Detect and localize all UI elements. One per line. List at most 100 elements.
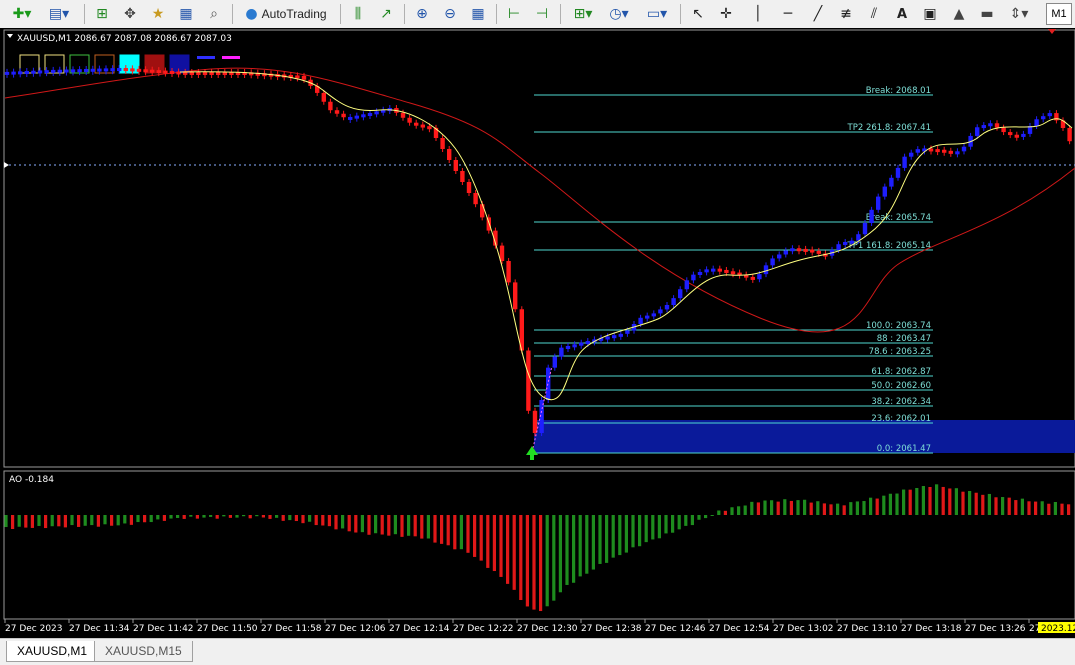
candle-body [334,110,340,114]
ao-bar [281,515,285,521]
ao-bar [690,515,694,526]
ao-bar [624,515,628,553]
price-chart[interactable]: XAUUSD,M1 2086.67 2087.08 2086.67 2087.0… [0,28,1075,638]
ao-bar [90,515,94,526]
profiles-icon[interactable]: ▤▾ [44,3,74,25]
data-window-icon[interactable]: ★ [148,3,168,25]
candle-body [11,71,16,75]
candle-body [123,68,128,72]
ao-bar [770,500,774,515]
horizontal-line-icon[interactable]: ─ [778,3,798,25]
indicators-icon[interactable]: ⊞▾ [568,3,598,25]
strategy-tester-icon[interactable]: ⌕ [204,3,224,25]
ao-bar [882,495,886,515]
autoscroll-icon[interactable]: ⊣ [532,3,552,25]
ao-bar [961,491,965,515]
arrow-up-icon[interactable]: ▲ [948,3,970,25]
market-watch-icon[interactable]: ⊞ [92,3,112,25]
ao-bar [426,515,430,539]
zoom-out-icon[interactable]: ⊖ [440,3,460,25]
tab-xauusd-m1[interactable]: XAUUSD,M1 [6,641,99,662]
candle-body [585,341,590,345]
candle-body [427,126,432,130]
ao-bar [618,515,622,556]
indicator-box [144,54,165,74]
zoom-in-icon[interactable]: ⊕ [412,3,432,25]
ao-bar [895,493,899,515]
ao-bar [413,515,417,537]
text-icon[interactable]: A [892,3,912,25]
ao-bar [737,506,741,515]
ao-bar [525,515,529,607]
cursor-icon[interactable]: ↖ [688,3,708,25]
ao-bar [651,515,655,540]
ao-bar [440,515,444,544]
autotrading-button[interactable]: ● AutoTrading [240,3,332,25]
crosshair-icon[interactable]: ✛ [716,3,736,25]
candle-body [981,125,986,129]
candle-body [70,69,76,73]
chart-shift-icon[interactable]: ⊢ [504,3,524,25]
templates-icon[interactable]: ▭▾ [642,3,672,25]
ao-bar [816,501,820,515]
indicator-box [19,54,40,74]
candle-body [110,68,115,72]
objects-dropdown-icon[interactable]: ⇕▾ [1006,3,1032,25]
tile-windows-icon[interactable]: ▦ [468,3,488,25]
ao-bar [1001,497,1005,515]
candle-body [697,272,703,275]
candle-body [618,333,623,337]
ao-bar [433,515,437,543]
ao-bar [756,502,760,515]
bar-chart-icon[interactable]: ⫼ [348,3,368,25]
candle-body [889,177,894,187]
candle-body [44,70,49,74]
periods-icon[interactable]: ◷▾ [604,3,634,25]
tab-xauusd-m15[interactable]: XAUUSD,M15 [94,641,193,662]
ao-bar [572,515,576,583]
ao-bar [347,515,351,532]
chart-tabs: XAUUSD,M1 XAUUSD,M15 [0,638,1075,665]
channel-icon[interactable]: ⫽ [864,3,884,25]
candle-body [414,122,419,126]
candle-body [902,156,907,168]
chart-menu-arrow-icon[interactable] [7,34,13,38]
ao-bar [301,515,305,524]
navigator-icon[interactable]: ✥ [120,3,140,25]
trendline-icon[interactable]: ╱ [808,3,828,25]
line-chart-icon[interactable]: ↗ [376,3,396,25]
ao-bar [908,489,912,515]
candle-body [711,268,716,272]
level-label: 38.2: 2062.34 [871,397,931,407]
ao-bar [611,515,615,558]
ao-bar [70,515,74,526]
new-order-icon[interactable]: ✚▾ [6,3,38,25]
candle-body [915,149,920,153]
candle-body [790,248,795,252]
ao-bar [809,502,813,515]
ao-bar [235,515,239,518]
candle-body [678,289,683,299]
timeframe-badge[interactable]: M1 [1046,3,1072,25]
chart-canvas[interactable]: XAUUSD,M1 2086.67 2087.08 2086.67 2087.0… [0,28,1075,638]
rectangle-icon[interactable]: ▬ [976,3,998,25]
vertical-line-icon[interactable]: │ [748,3,768,25]
ao-bar [968,490,972,515]
fibonacci-icon[interactable]: ≢ [836,3,856,25]
ao-bar [453,515,457,550]
candle-body [480,204,485,218]
ao-bar [222,515,226,517]
ao-bar [704,515,708,519]
ao-bar [1034,501,1038,515]
current-time-label: 2023.12 [1041,624,1075,634]
text-label-icon[interactable]: ▣ [920,3,940,25]
time-label: 27 Dec 13:18 [901,624,962,634]
ao-bar [446,515,450,546]
candle-body [1047,113,1052,117]
terminal-icon[interactable]: ▦ [176,3,196,25]
fast-moving-average-line [179,71,1073,401]
ao-bar [723,510,727,515]
ao-bar [420,515,424,539]
time-label: 27 Dec 12:54 [709,624,770,634]
ao-bar [657,515,661,539]
